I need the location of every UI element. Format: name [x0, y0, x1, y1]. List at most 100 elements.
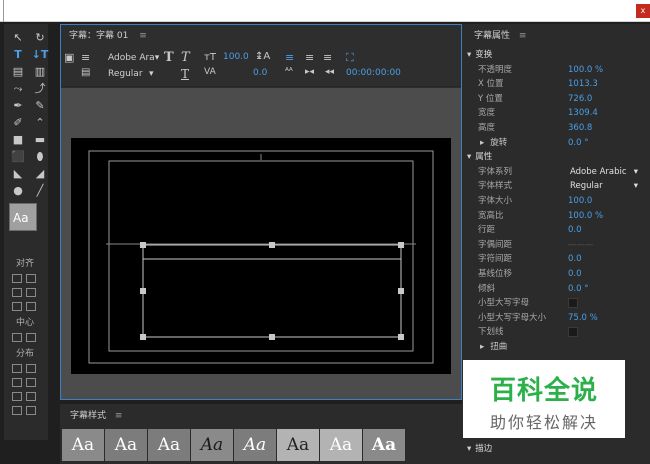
smallcaps-checkbox[interactable] [568, 298, 578, 309]
distribute-top-icon[interactable] [12, 391, 22, 401]
play-back-icon[interactable]: ▸◂ [305, 67, 314, 77]
style-swatch[interactable]: Aa [62, 429, 104, 461]
tracking-value[interactable]: 0.0 [253, 68, 267, 78]
line-tool-icon[interactable]: ╱ [30, 183, 50, 199]
panel-menu-icon[interactable]: ≡ [139, 31, 147, 41]
font-size-value[interactable]: 100.0 [568, 194, 592, 209]
align-left-icon[interactable] [12, 273, 22, 283]
style-swatch[interactable]: Aa [105, 429, 147, 461]
tab-stops-icon[interactable]: ▤ [81, 67, 90, 78]
underline-checkbox[interactable] [568, 327, 578, 338]
chevron-down-icon: ▾ [633, 181, 638, 192]
italic-icon[interactable]: T [181, 50, 190, 65]
align-vcenter-icon[interactable] [26, 273, 36, 283]
font-family-dropdown[interactable]: Adobe Ara▾ [108, 53, 159, 63]
pen-tool-icon[interactable]: ✒ [8, 98, 28, 114]
convert-anchor-tool-icon[interactable]: ⌃ [30, 115, 50, 131]
align-right-icon[interactable] [12, 301, 22, 311]
aspect-row: 宽高比 100.0 % [462, 209, 650, 224]
bold-icon[interactable]: T [164, 50, 174, 65]
vertical-area-type-tool-icon[interactable]: ▥ [30, 64, 50, 80]
style-swatch[interactable]: Aa [320, 429, 362, 461]
tab-left-icon[interactable]: ᴬᴬ [285, 67, 293, 77]
align-center-text-icon[interactable]: ≡ [305, 51, 314, 64]
title-styles-panel: 字幕样式 ≡ Aa Aa Aa Aa Aa Aa Aa Aa [60, 404, 462, 464]
distribute-left-icon[interactable] [12, 363, 22, 373]
video-frame [71, 138, 451, 374]
watermark-subtitle: 助你轻松解决 [489, 413, 598, 432]
rounded-rect-tool-icon[interactable]: ▬ [30, 132, 50, 148]
align-bottom-icon[interactable] [26, 301, 36, 311]
type-tool-icon[interactable]: T [8, 47, 28, 63]
aspect-value[interactable]: 100.0 % [568, 209, 603, 224]
style-swatch[interactable]: Aa [277, 429, 319, 461]
rotation-value[interactable]: 0.0 ° [568, 136, 588, 151]
timecode-value[interactable]: 00:00:00:00 [346, 68, 401, 78]
title-canvas[interactable] [61, 88, 461, 399]
path-type-tool-icon[interactable]: ⤳ [8, 81, 28, 97]
roll-crawl-icon[interactable]: ≡ [81, 51, 90, 64]
distribute-bottom-icon[interactable] [12, 405, 22, 415]
chevron-down-icon[interactable]: ▾ [149, 69, 154, 79]
style-swatch[interactable]: Aa [234, 429, 276, 461]
align-top-icon[interactable] [26, 287, 36, 297]
title-canvas-area [61, 88, 461, 399]
properties-section[interactable]: ▾ 属性 [462, 150, 650, 165]
distribute-hcenter-icon[interactable] [26, 363, 36, 373]
delete-anchor-tool-icon[interactable]: ✐ [8, 115, 28, 131]
align-hcenter-icon[interactable] [12, 287, 22, 297]
tracking-value[interactable]: 0.0 [568, 252, 582, 267]
rotation-row[interactable]: ▸ 旋转 0.0 ° [462, 136, 650, 151]
rotation-tool-icon[interactable]: ↻ [30, 30, 50, 46]
center-vertical-icon[interactable] [26, 332, 36, 342]
clipped-rect-tool-icon[interactable]: ⬛ [8, 149, 28, 165]
style-swatch[interactable]: Aa [191, 429, 233, 461]
vertical-type-tool-icon[interactable]: ↓T [30, 47, 50, 63]
ellipse-tool-icon[interactable]: ● [8, 183, 28, 199]
y-position-value[interactable]: 726.0 [568, 92, 592, 107]
distribute-right-icon[interactable] [12, 377, 22, 387]
leading-value[interactable]: 0.0 [568, 223, 582, 238]
distribute-vcenter-icon[interactable] [26, 391, 36, 401]
distort-row[interactable]: ▸ 扭曲 [462, 340, 650, 355]
transform-section[interactable]: ▾ 变换 [462, 48, 650, 63]
frame-back-icon[interactable]: ◂◂ [325, 67, 334, 77]
panel-menu-icon[interactable]: ≡ [519, 31, 527, 41]
kerning-row: 字偶间距 ——— [462, 238, 650, 253]
align-left-text-icon[interactable]: ≡ [285, 51, 294, 64]
height-value[interactable]: 360.8 [568, 121, 592, 136]
font-style-select[interactable]: Regular ▾ [570, 179, 638, 194]
area-type-tool-icon[interactable]: ▤ [8, 64, 28, 80]
new-title-icon[interactable]: ▣ [64, 51, 74, 64]
wedge-tool-icon[interactable]: ◣ [8, 166, 28, 182]
font-style-dropdown[interactable]: Regular [108, 69, 143, 79]
show-video-icon[interactable]: ⛶ [346, 51, 354, 65]
smallcaps-size-value[interactable]: 75.0 % [568, 311, 598, 326]
opacity-row: 不透明度 100.0 % [462, 63, 650, 78]
style-swatch[interactable]: Aa [363, 429, 405, 461]
width-value[interactable]: 1309.4 [568, 106, 598, 121]
vertical-path-type-tool-icon[interactable]: ⤴ [30, 81, 50, 97]
selection-tool-icon[interactable]: ↖ [8, 30, 28, 46]
stroke-section[interactable]: ▾ 描边 [462, 442, 650, 457]
opacity-value[interactable]: 100.0 % [568, 63, 603, 78]
slant-value[interactable]: 0.0 ° [568, 282, 588, 297]
distribute-space-icon[interactable] [26, 377, 36, 387]
distribute-vspace-icon[interactable] [26, 405, 36, 415]
close-button[interactable]: x [636, 4, 650, 18]
title-panel-title: 字幕：字幕 01 [69, 31, 129, 41]
kerning-value[interactable]: ——— [568, 238, 594, 253]
rounded-corner-tool-icon[interactable]: ⬮ [30, 149, 50, 165]
rectangle-tool-icon[interactable]: ■ [8, 132, 28, 148]
font-size-value[interactable]: 100.0 [223, 52, 249, 62]
center-horizontal-icon[interactable] [12, 332, 22, 342]
style-swatch[interactable]: Aa [148, 429, 190, 461]
arc-tool-icon[interactable]: ◢ [30, 166, 50, 182]
underline-icon[interactable]: T [181, 67, 189, 81]
font-family-select[interactable]: Adobe Arabic ▾ [570, 165, 638, 180]
panel-menu-icon[interactable]: ≡ [115, 411, 123, 421]
x-position-value[interactable]: 1013.3 [568, 77, 598, 92]
baseline-value[interactable]: 0.0 [568, 267, 582, 282]
align-right-text-icon[interactable]: ≡ [323, 51, 332, 64]
add-anchor-tool-icon[interactable]: ✎ [30, 98, 50, 114]
